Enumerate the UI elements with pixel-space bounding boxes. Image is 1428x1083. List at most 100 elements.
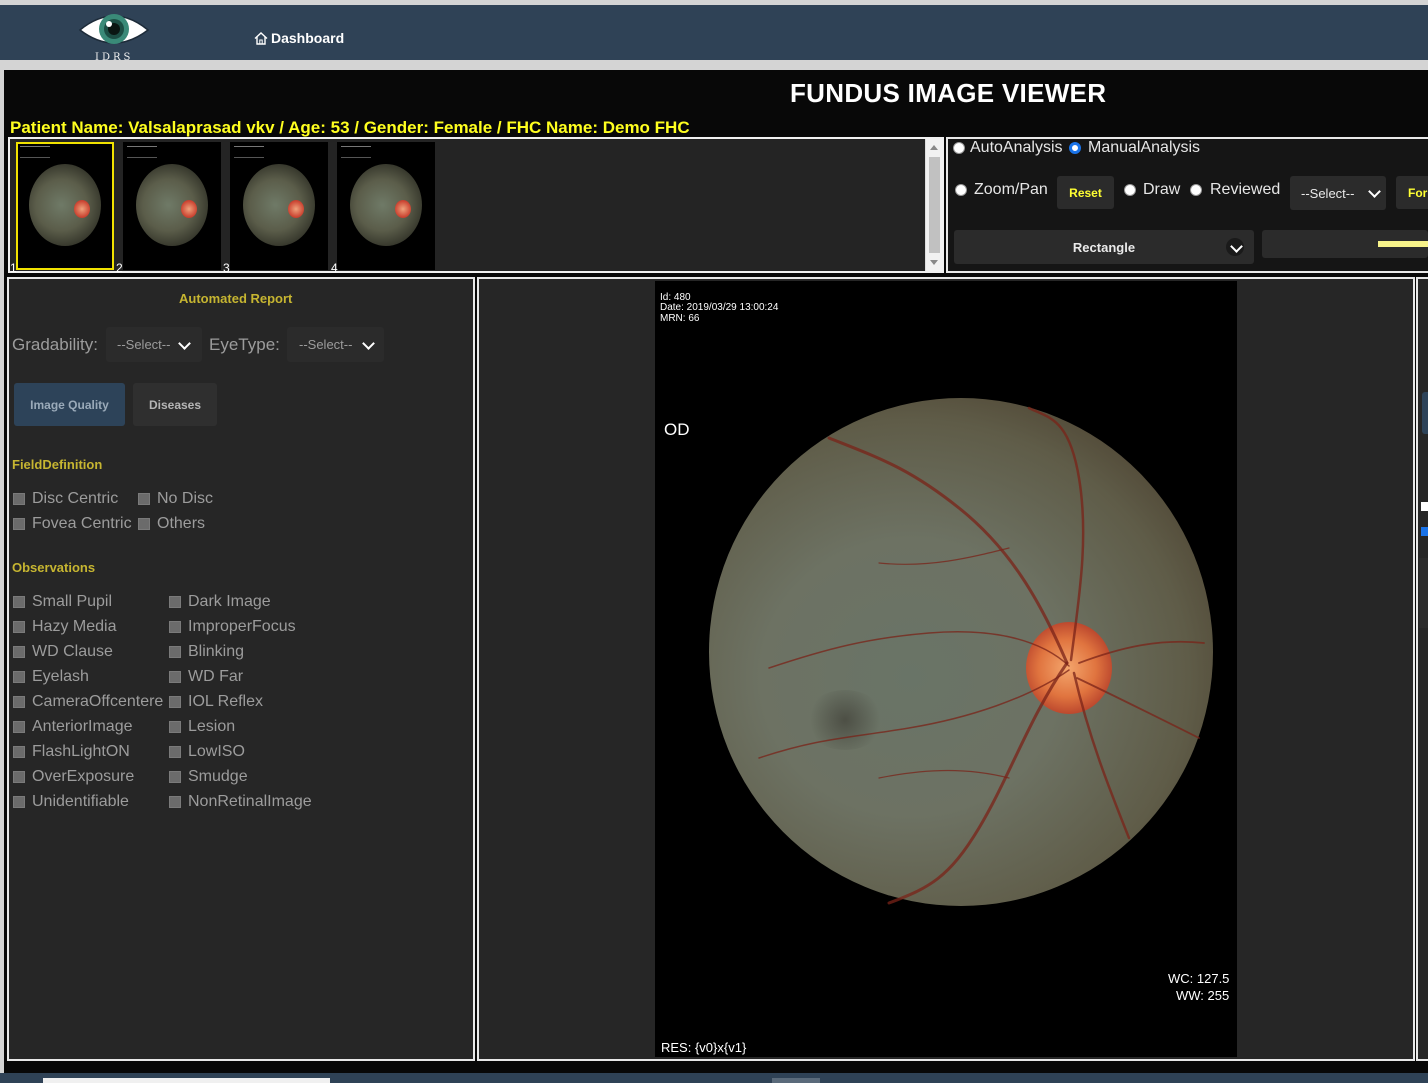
observation-checkbox[interactable]: IOL Reflex [169, 693, 263, 711]
thumbnail-number: 3 [223, 261, 230, 275]
image-date: Date: 2019/03/29 13:00:24 [660, 302, 779, 313]
observation-checkbox[interactable]: WD Far [169, 668, 243, 686]
tab-diseases[interactable]: Diseases [133, 383, 217, 426]
checkbox[interactable] [169, 796, 181, 808]
observation-checkbox[interactable]: Dark Image [169, 593, 271, 611]
checkbox[interactable] [169, 596, 181, 608]
thumbnail-4[interactable] [337, 142, 435, 270]
thumbnail-scrollbar[interactable] [925, 139, 943, 271]
checkbox-label: AnteriorImage [32, 718, 133, 735]
checkbox[interactable] [13, 518, 25, 530]
right-panel-tab[interactable] [1422, 392, 1428, 434]
checkbox-label: OverExposure [32, 768, 135, 785]
thumbnail-1[interactable] [16, 142, 114, 270]
reviewed-label: Reviewed [1210, 181, 1281, 198]
auto-analysis-radio[interactable] [953, 142, 965, 154]
observation-checkbox[interactable]: ImproperFocus [169, 618, 296, 636]
thumbnail-strip: 1 2 3 4 [8, 137, 944, 275]
resolution-readout: RES: {v0}x{v1} [661, 1040, 747, 1055]
image-mrn: MRN: 66 [660, 313, 700, 324]
observation-checkbox[interactable]: LowISO [169, 743, 245, 761]
checkbox[interactable] [169, 696, 181, 708]
scroll-up-icon[interactable] [930, 145, 938, 150]
checkbox[interactable] [13, 493, 25, 505]
checkbox[interactable] [13, 796, 25, 808]
for-button[interactable]: For [1396, 176, 1428, 209]
checkbox-fovea-centric[interactable]: Fovea Centric [13, 515, 132, 533]
bottom-scrollbar[interactable] [0, 1073, 1428, 1083]
bottom-scrollbar-thumb[interactable] [43, 1078, 330, 1083]
checkbox-others[interactable]: Others [138, 515, 205, 533]
reset-button[interactable]: Reset [1057, 176, 1114, 209]
zoom-pan-radio[interactable] [955, 184, 967, 196]
checkbox[interactable] [13, 771, 25, 783]
eyetype-label: EyeType: [209, 335, 280, 354]
observation-checkbox[interactable]: Blinking [169, 643, 244, 661]
observation-checkbox[interactable]: Unidentifiable [13, 793, 129, 811]
shape-select-value: Rectangle [1072, 239, 1136, 255]
page-title: FUNDUS IMAGE VIEWER [790, 78, 1107, 108]
logo-text: IDRS [95, 52, 134, 63]
draw-radio[interactable] [1124, 184, 1136, 196]
checkbox[interactable] [169, 621, 181, 633]
eyetype-select[interactable]: --Select-- [287, 327, 384, 362]
checkbox[interactable] [13, 621, 25, 633]
checkbox[interactable] [13, 746, 25, 758]
observation-checkbox[interactable]: Small Pupil [13, 593, 112, 611]
review-select[interactable]: --Select-- [1290, 176, 1386, 210]
thumbnail-2[interactable] [123, 142, 221, 270]
right-panel-checkbox[interactable] [1421, 502, 1428, 511]
checkbox-disc-centric[interactable]: Disc Centric [13, 490, 118, 508]
checkbox-label: Eyelash [32, 668, 89, 685]
reviewed-radio[interactable] [1190, 184, 1202, 196]
checkbox[interactable] [169, 746, 181, 758]
checkbox[interactable] [13, 646, 25, 658]
observation-checkbox[interactable]: AnteriorImage [13, 718, 133, 736]
checkbox[interactable] [138, 493, 150, 505]
checkbox[interactable] [169, 646, 181, 658]
shape-select[interactable]: Rectangle [954, 230, 1254, 264]
checkbox-label: Blinking [188, 643, 245, 660]
checkbox[interactable] [13, 696, 25, 708]
thumbnail-number: 2 [116, 261, 123, 275]
checkbox-label: ImproperFocus [188, 618, 296, 635]
checkbox-label: Smudge [188, 768, 248, 785]
scroll-down-icon[interactable] [930, 260, 938, 265]
scroll-thumb[interactable] [929, 157, 940, 253]
checkbox-no-disc[interactable]: No Disc [138, 490, 213, 508]
thumbnail-3[interactable] [230, 142, 328, 270]
checkbox[interactable] [13, 671, 25, 683]
observation-checkbox[interactable]: Smudge [169, 768, 248, 786]
observation-checkbox[interactable]: WD Clause [13, 643, 113, 661]
observation-checkbox[interactable]: Hazy Media [13, 618, 116, 636]
checkbox-label: Fovea Centric [32, 515, 132, 532]
manual-analysis-radio[interactable] [1069, 142, 1081, 154]
observation-checkbox[interactable]: CameraOffcentere [13, 693, 163, 711]
checkbox[interactable] [13, 596, 25, 608]
checkbox-label: NonRetinalImage [188, 793, 312, 810]
line-color-picker[interactable] [1262, 230, 1428, 258]
dashboard-link[interactable]: Dashboard [254, 30, 344, 46]
bottom-scrollbar-marker [772, 1078, 820, 1083]
right-panel-checkbox-checked[interactable] [1421, 527, 1428, 536]
right-panel-button[interactable] [1419, 558, 1428, 628]
observation-checkbox[interactable]: Lesion [169, 718, 235, 736]
observation-checkbox[interactable]: Eyelash [13, 668, 89, 686]
observation-checkbox[interactable]: FlashLightON [13, 743, 130, 761]
thumbnail-strip-inner: 1 2 3 4 [10, 139, 928, 275]
zoom-pan-label: Zoom/Pan [974, 181, 1048, 198]
observation-checkbox[interactable]: OverExposure [13, 768, 134, 786]
checkbox[interactable] [169, 671, 181, 683]
patient-info: Patient Name: Valsalaprasad vkv / Age: 5… [10, 118, 690, 137]
checkbox[interactable] [169, 771, 181, 783]
tab-image-quality[interactable]: Image Quality [14, 383, 125, 426]
report-heading: Automated Report [179, 291, 293, 306]
top-navbar: IDRS Dashboard [0, 5, 1428, 63]
gradability-select[interactable]: --Select-- [106, 327, 202, 362]
observation-checkbox[interactable]: NonRetinalImage [169, 793, 312, 811]
review-select-value: --Select-- [1301, 185, 1355, 201]
checkbox[interactable] [13, 721, 25, 733]
checkbox[interactable] [169, 721, 181, 733]
chevron-down-icon [1368, 185, 1381, 198]
checkbox[interactable] [138, 518, 150, 530]
